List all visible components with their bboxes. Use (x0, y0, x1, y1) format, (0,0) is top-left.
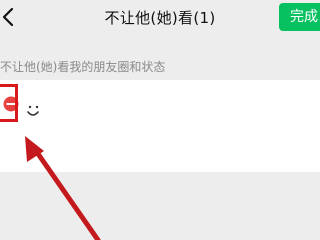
page-title: 不让他(她)看(1) (104, 9, 216, 27)
section-label: 不让他(她)看我的朋友圈和状态 (0, 60, 166, 74)
done-button[interactable]: 完成 (279, 3, 320, 31)
highlight-box (0, 84, 18, 122)
member-panel (0, 80, 320, 172)
nav-bar: 不让他(她)看(1) 完成 (0, 0, 320, 40)
